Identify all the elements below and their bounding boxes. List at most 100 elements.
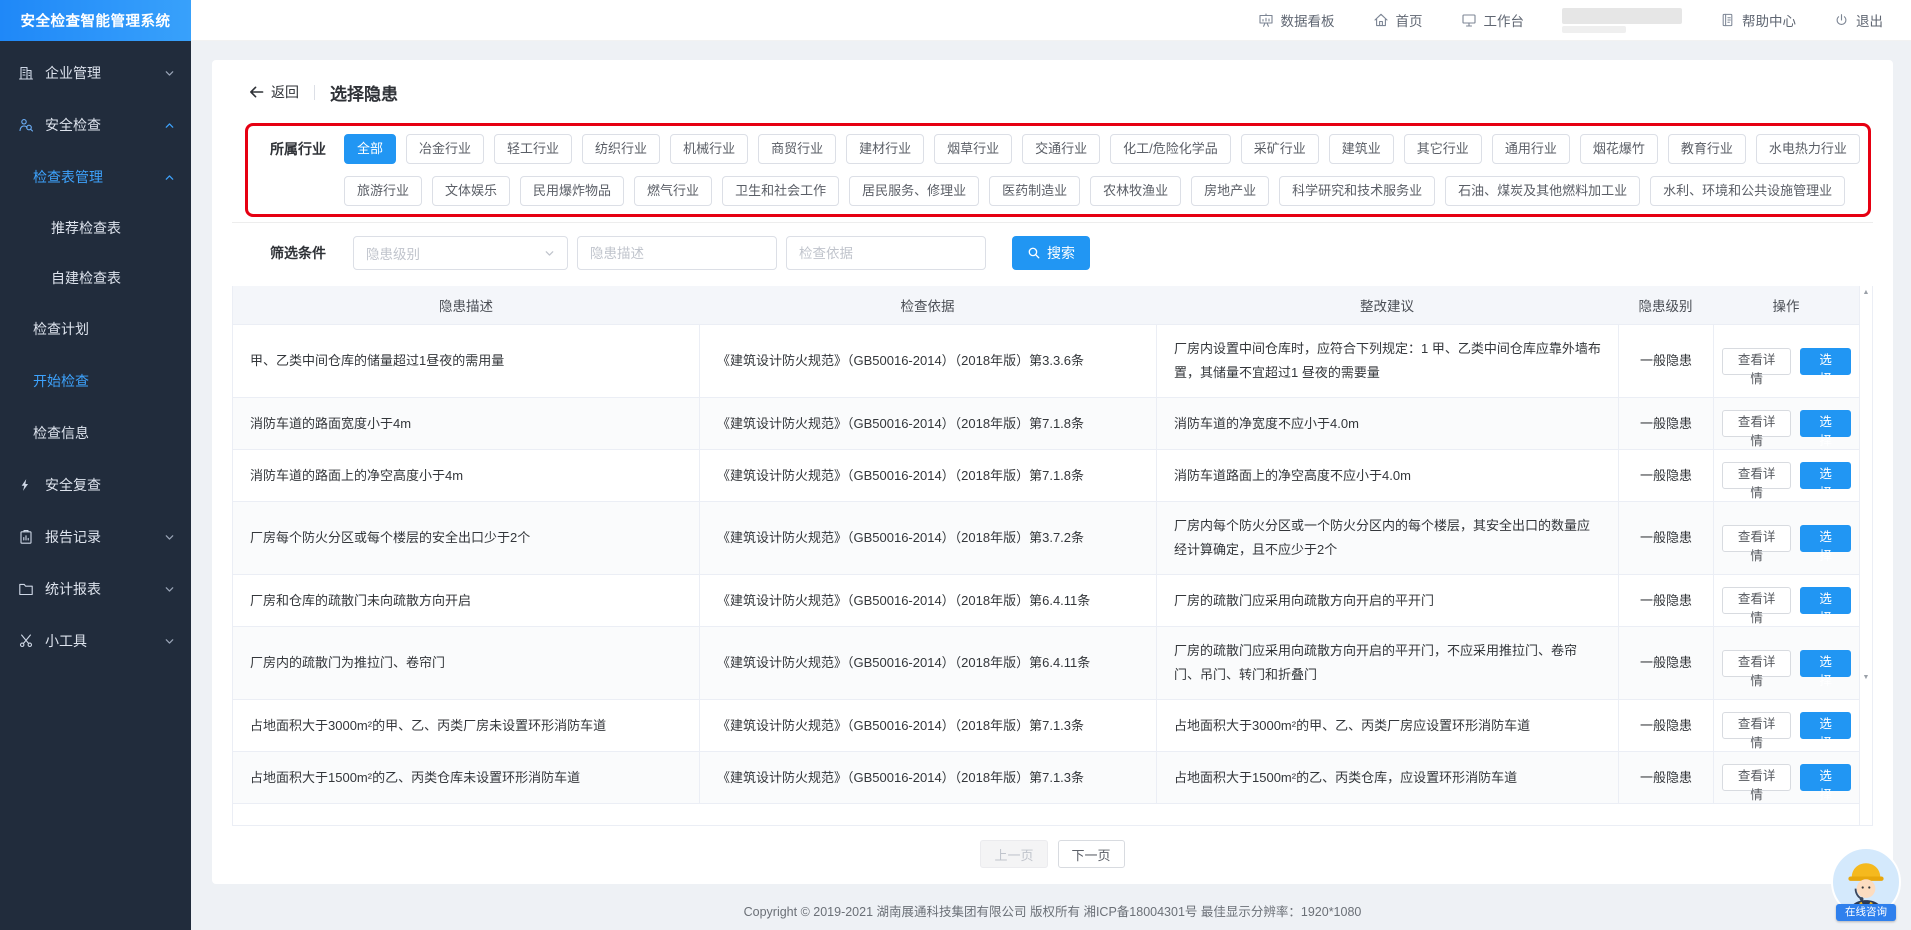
sidebar-item-小工具[interactable]: 小工具 <box>0 615 191 667</box>
sidebar-item-安全复查[interactable]: 安全复查 <box>0 459 191 511</box>
industry-tag-烟草行业[interactable]: 烟草行业 <box>934 134 1012 164</box>
folder-icon <box>18 581 36 597</box>
column-header-整改建议: 整改建议 <box>1156 295 1618 315</box>
arrow-left-icon <box>249 85 264 99</box>
industry-tag-轻工行业[interactable]: 轻工行业 <box>494 134 572 164</box>
industry-tag-燃气行业[interactable]: 燃气行业 <box>634 176 712 206</box>
cell-inspection-basis: 《建筑设计防火规范》（GB50016-2014）（2018年版）第6.4.11条 <box>699 627 1156 699</box>
topbar-item-数据看板[interactable]: 数据看板 <box>1258 10 1335 30</box>
page-header: 返回 选择隐患 <box>232 60 1873 116</box>
inspection-basis-input[interactable] <box>786 236 986 270</box>
industry-tag-烟花爆竹[interactable]: 烟花爆竹 <box>1580 134 1658 164</box>
view-details-button[interactable]: 查看详情 <box>1722 650 1791 677</box>
industry-tag-通用行业[interactable]: 通用行业 <box>1492 134 1570 164</box>
sidebar-item-检查信息[interactable]: 检查信息 <box>0 407 191 459</box>
topbar-item-首页[interactable]: 首页 <box>1373 10 1423 30</box>
prev-page-button[interactable]: 上一页 <box>980 840 1047 868</box>
cell-rectification-suggestion: 厂房内每个防火分区或一个防火分区内的每个楼层，其安全出口的数量应经计算确定，且不… <box>1156 502 1618 574</box>
industry-tag-石油、煤炭及其他燃料加工业[interactable]: 石油、煤炭及其他燃料加工业 <box>1445 176 1640 206</box>
select-button[interactable]: 选择 <box>1800 410 1851 437</box>
industry-tag-水电热力行业[interactable]: 水电热力行业 <box>1756 134 1860 164</box>
cell-actions: 查看详情选择 <box>1713 627 1859 699</box>
view-details-button[interactable]: 查看详情 <box>1722 348 1791 375</box>
select-button[interactable]: 选择 <box>1800 525 1851 552</box>
view-details-button[interactable]: 查看详情 <box>1722 410 1791 437</box>
select-button[interactable]: 选择 <box>1800 650 1851 677</box>
back-button[interactable]: 返回 <box>249 82 299 102</box>
logout-button[interactable]: 退出 <box>1834 10 1883 30</box>
sidebar-item-检查计划[interactable]: 检查计划 <box>0 303 191 355</box>
topbar-item-工作台[interactable]: 工作台 <box>1461 10 1525 30</box>
online-consult-widget[interactable]: 在线咨询 <box>1826 847 1906 927</box>
sidebar-item-推荐检查表[interactable]: 推荐检查表 <box>0 203 191 253</box>
sidebar-item-统计报表[interactable]: 统计报表 <box>0 563 191 615</box>
redacted-block <box>1562 8 1682 24</box>
table-header-row: 隐患描述检查依据整改建议隐患级别操作 <box>233 286 1859 324</box>
industry-tag-建材行业[interactable]: 建材行业 <box>846 134 924 164</box>
industry-tag-交通行业[interactable]: 交通行业 <box>1022 134 1100 164</box>
scroll-up-arrow[interactable]: ▲ <box>1860 289 1872 296</box>
industry-tag-科学研究和技术服务业[interactable]: 科学研究和技术服务业 <box>1279 176 1435 206</box>
industry-row-1: 所属行业 全部冶金行业轻工行业纺织行业机械行业商贸行业建材行业烟草行业交通行业化… <box>232 134 1873 164</box>
chevron-up-icon <box>164 120 175 131</box>
sidebar-item-检查表管理[interactable]: 检查表管理 <box>0 151 191 203</box>
industry-tag-教育行业[interactable]: 教育行业 <box>1668 134 1746 164</box>
chevron-down-icon <box>164 532 175 543</box>
cell-hazard-description: 消防车道的路面上的净空高度小于4m <box>233 450 699 501</box>
table-row: 甲、乙类中间仓库的储量超过1昼夜的需用量《建筑设计防火规范》（GB50016-2… <box>233 324 1859 397</box>
sidebar-item-安全检查[interactable]: 安全检查 <box>0 99 191 151</box>
industry-tag-文体娱乐[interactable]: 文体娱乐 <box>432 176 510 206</box>
cell-rectification-suggestion: 消防车道路面上的净空高度不应小于4.0m <box>1156 450 1618 501</box>
industry-tag-水利、环境和公共设施管理业[interactable]: 水利、环境和公共设施管理业 <box>1650 176 1845 206</box>
sidebar-item-企业管理[interactable]: 企业管理 <box>0 47 191 99</box>
industry-tag-采矿行业[interactable]: 采矿行业 <box>1241 134 1319 164</box>
help-center-link[interactable]: 帮助中心 <box>1720 10 1796 30</box>
industry-tag-机械行业[interactable]: 机械行业 <box>670 134 748 164</box>
view-details-button[interactable]: 查看详情 <box>1722 462 1791 489</box>
sidebar-item-label: 安全复查 <box>45 475 101 495</box>
table-scrollbar[interactable]: ▲ ▼ <box>1859 286 1872 825</box>
industry-tag-建筑业[interactable]: 建筑业 <box>1329 134 1394 164</box>
select-button[interactable]: 选择 <box>1800 348 1851 375</box>
industry-tag-旅游行业[interactable]: 旅游行业 <box>344 176 422 206</box>
select-button[interactable]: 选择 <box>1800 462 1851 489</box>
select-button[interactable]: 选择 <box>1800 764 1851 791</box>
view-details-button[interactable]: 查看详情 <box>1722 587 1791 614</box>
select-button[interactable]: 选择 <box>1800 712 1851 739</box>
page-content: 返回 选择隐患 所属行业 全部冶金行业轻工行业纺织行业机械行业商贸行业建材行业烟… <box>191 41 1911 930</box>
view-details-button[interactable]: 查看详情 <box>1722 764 1791 791</box>
cell-hazard-description: 甲、乙类中间仓库的储量超过1昼夜的需用量 <box>233 325 699 397</box>
sidebar-item-自建检查表[interactable]: 自建检查表 <box>0 253 191 303</box>
search-button[interactable]: 搜索 <box>1012 236 1090 270</box>
industry-tag-民用爆炸物品[interactable]: 民用爆炸物品 <box>520 176 624 206</box>
industry-tag-居民服务、修理业[interactable]: 居民服务、修理业 <box>849 176 979 206</box>
chevron-down-icon <box>164 68 175 79</box>
industry-tag-医药制造业[interactable]: 医药制造业 <box>989 176 1080 206</box>
view-details-button[interactable]: 查看详情 <box>1722 712 1791 739</box>
sidebar-item-开始检查[interactable]: 开始检查 <box>0 355 191 407</box>
select-button[interactable]: 选择 <box>1800 587 1851 614</box>
cell-hazard-description: 厂房和仓库的疏散门未向疏散方向开启 <box>233 575 699 626</box>
industry-tag-房地产业[interactable]: 房地产业 <box>1191 176 1269 206</box>
cell-hazard-level: 一般隐患 <box>1618 700 1713 751</box>
sidebar-item-报告记录[interactable]: 报告记录 <box>0 511 191 563</box>
table-empty-row <box>233 803 1859 825</box>
scroll-down-arrow[interactable]: ▼ <box>1860 674 1872 681</box>
industry-tag-卫生和社会工作[interactable]: 卫生和社会工作 <box>722 176 839 206</box>
hazard-description-input[interactable] <box>577 236 777 270</box>
industry-tags-row-1: 全部冶金行业轻工行业纺织行业机械行业商贸行业建材行业烟草行业交通行业化工/危险化… <box>344 134 1860 164</box>
table-row: 厂房每个防火分区或每个楼层的安全出口少于2个《建筑设计防火规范》（GB50016… <box>233 501 1859 574</box>
hazard-table-main: 隐患描述检查依据整改建议隐患级别操作 甲、乙类中间仓库的储量超过1昼夜的需用量《… <box>233 286 1859 825</box>
industry-tag-全部[interactable]: 全部 <box>344 134 396 164</box>
industry-tag-冶金行业[interactable]: 冶金行业 <box>406 134 484 164</box>
industry-tag-其它行业[interactable]: 其它行业 <box>1404 134 1482 164</box>
cell-rectification-suggestion: 厂房的疏散门应采用向疏散方向开启的平开门，不应采用推拉门、卷帘门、吊门、转门和折… <box>1156 627 1618 699</box>
industry-tag-农林牧渔业[interactable]: 农林牧渔业 <box>1090 176 1181 206</box>
industry-tag-商贸行业[interactable]: 商贸行业 <box>758 134 836 164</box>
industry-tag-化工/危险化学品[interactable]: 化工/危险化学品 <box>1110 134 1231 164</box>
industry-tag-纺织行业[interactable]: 纺织行业 <box>582 134 660 164</box>
next-page-button[interactable]: 下一页 <box>1058 840 1125 868</box>
view-details-button[interactable]: 查看详情 <box>1722 525 1791 552</box>
hazard-level-select[interactable]: 隐患级别 <box>353 236 568 270</box>
cell-hazard-level: 一般隐患 <box>1618 325 1713 397</box>
